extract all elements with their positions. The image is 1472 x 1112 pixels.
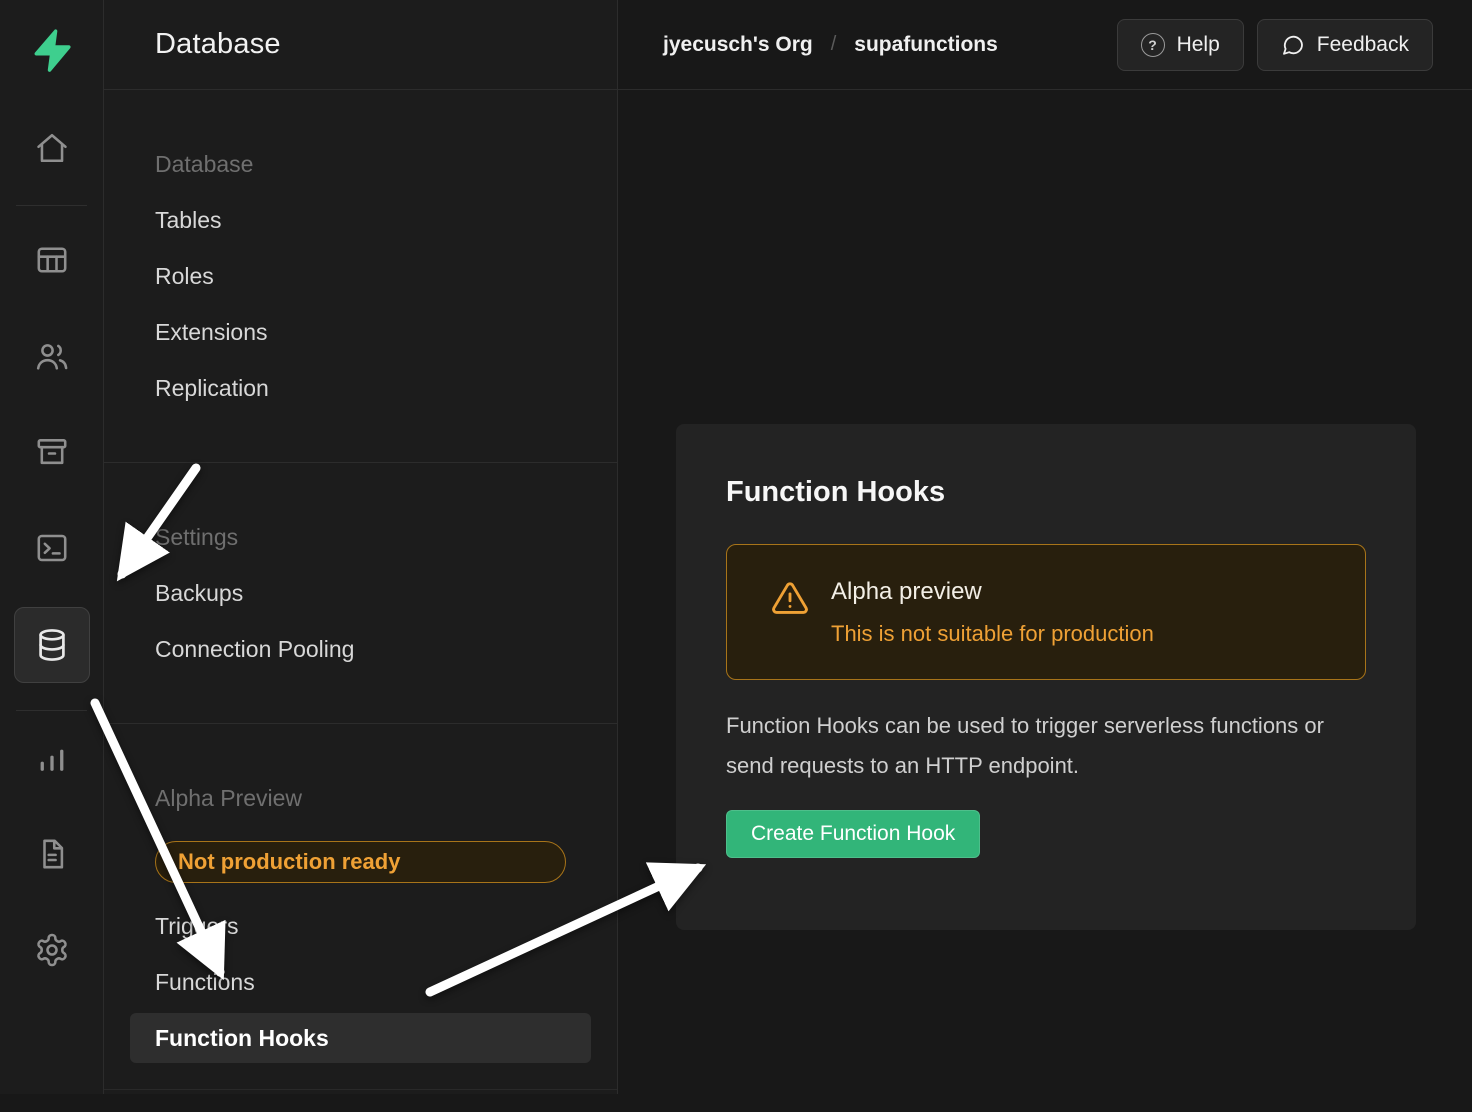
not-production-ready-badge: Not production ready (155, 841, 566, 883)
section-label: Database (104, 136, 617, 192)
table-icon (34, 242, 70, 278)
sidebar-section-alpha-preview: Alpha Preview Not production ready Trigg… (104, 724, 617, 1112)
alert-title: Alpha preview (831, 577, 1154, 607)
sidebar-item-triggers[interactable]: Triggers (104, 898, 617, 954)
nav-database-active[interactable] (14, 607, 90, 683)
breadcrumb: jyecusch's Org / supafunctions (663, 33, 998, 57)
users-icon (34, 338, 70, 374)
speech-bubble-icon (1281, 33, 1305, 57)
terminal-icon (34, 530, 70, 566)
main-content: Function Hooks Alpha preview This is not… (618, 90, 1472, 1094)
sidebar-item-connection-pooling[interactable]: Connection Pooling (104, 621, 617, 677)
section-label: Settings (104, 509, 617, 565)
nav-settings[interactable] (34, 932, 70, 968)
panel-title: Function Hooks (726, 470, 1366, 514)
warning-triangle-icon (771, 579, 809, 647)
bar-chart-icon (34, 740, 70, 776)
help-button[interactable]: ? Help (1117, 19, 1244, 71)
sidebar-item-extensions[interactable]: Extensions (104, 304, 617, 360)
document-icon (34, 836, 70, 872)
nav-logs[interactable] (34, 836, 70, 872)
function-hooks-panel: Function Hooks Alpha preview This is not… (676, 424, 1416, 930)
feedback-button-label: Feedback (1317, 33, 1409, 57)
lightning-bolt-icon (29, 27, 75, 73)
breadcrumb-org[interactable]: jyecusch's Org (663, 33, 813, 57)
gear-icon (34, 932, 70, 968)
database-icon (33, 626, 71, 664)
section-label: Alpha Preview (104, 770, 617, 826)
breadcrumb-separator: / (831, 33, 837, 56)
panel-description: Function Hooks can be used to trigger se… (726, 706, 1338, 786)
sidebar-item-function-hooks[interactable]: Function Hooks (130, 1013, 591, 1063)
help-button-label: Help (1177, 33, 1220, 57)
rail-divider (16, 710, 87, 711)
nav-authentication[interactable] (34, 338, 70, 374)
alert-text: Alpha preview This is not suitable for p… (831, 577, 1154, 647)
nav-table-editor[interactable] (34, 242, 70, 278)
alert-message: This is not suitable for production (831, 621, 1154, 647)
rail-divider (16, 205, 87, 206)
nav-sql-editor[interactable] (34, 530, 70, 566)
sidebar-item-tables[interactable]: Tables (104, 192, 617, 248)
archive-box-icon (34, 434, 70, 470)
sidebar-item-replication[interactable]: Replication (104, 360, 617, 416)
help-question-icon: ? (1141, 33, 1165, 57)
nav-storage[interactable] (34, 434, 70, 470)
database-sidebar: Database Database Tables Roles Extension… (104, 0, 618, 1094)
sidebar-section-settings: Settings Backups Connection Pooling (104, 463, 617, 724)
breadcrumb-project[interactable]: supafunctions (854, 33, 998, 57)
topbar-actions: ? Help Feedback (1117, 19, 1433, 71)
sidebar-item-roles[interactable]: Roles (104, 248, 617, 304)
feedback-button[interactable]: Feedback (1257, 19, 1433, 71)
sidebar-title: Database (104, 0, 617, 90)
alpha-preview-alert: Alpha preview This is not suitable for p… (726, 544, 1366, 680)
home-icon (34, 130, 70, 166)
nav-home[interactable] (34, 130, 70, 166)
sidebar-item-backups[interactable]: Backups (104, 565, 617, 621)
sidebar-item-functions[interactable]: Functions (104, 954, 617, 1010)
app-icon-rail (0, 0, 104, 1094)
sidebar-section-database: Database Tables Roles Extensions Replica… (104, 90, 617, 463)
create-function-hook-button[interactable]: Create Function Hook (726, 810, 980, 858)
nav-reports[interactable] (34, 740, 70, 776)
top-bar: jyecusch's Org / supafunctions ? Help Fe… (618, 0, 1472, 90)
supabase-logo[interactable] (29, 27, 75, 73)
